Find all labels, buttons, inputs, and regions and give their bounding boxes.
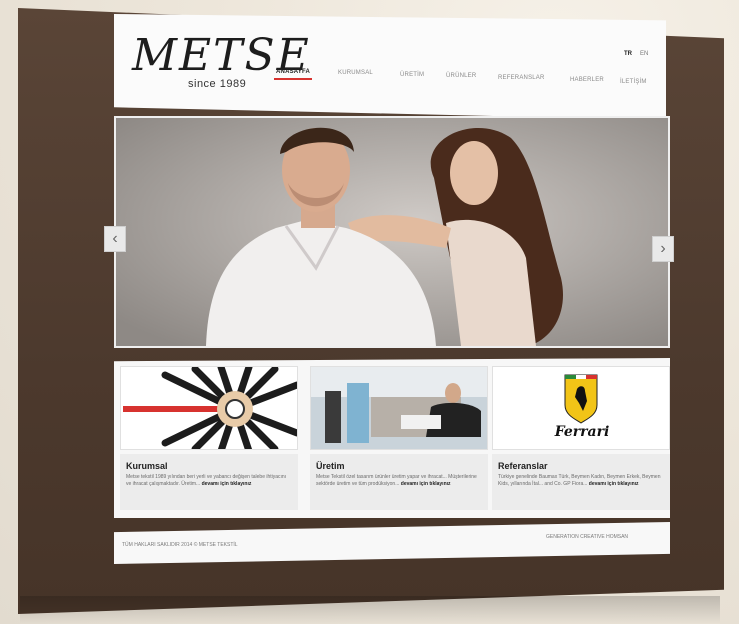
read-more-link[interactable]: devamı için tıklayınız bbox=[401, 481, 451, 487]
nav-item-anasayfa[interactable]: ANASAYFA bbox=[273, 69, 313, 80]
card-uretim[interactable]: Üretim Metse Tekstil özel tasarım ürünle… bbox=[310, 366, 488, 512]
production-photo bbox=[311, 367, 487, 449]
read-more-link[interactable]: devamı için tıklayınız bbox=[202, 481, 252, 487]
slider-prev-button[interactable]: ‹ bbox=[104, 226, 126, 252]
chevron-left-icon: ‹ bbox=[112, 230, 118, 247]
lang-en[interactable]: EN bbox=[640, 51, 648, 57]
slider-next-button[interactable]: › bbox=[652, 236, 674, 262]
board-shadow bbox=[20, 596, 720, 624]
nav-item-kurumsal[interactable]: KURUMSAL bbox=[338, 70, 373, 76]
scene: METSE since 1989 TR EN ANASAYFA KURUMSAL… bbox=[0, 0, 739, 624]
nav-item-iletisim[interactable]: İLETİŞİM bbox=[620, 79, 647, 85]
lang-tr[interactable]: TR bbox=[624, 51, 632, 57]
chevron-right-icon: › bbox=[660, 240, 666, 257]
card-text: Metse tekstil 1989 yılından beri yerli v… bbox=[126, 474, 287, 487]
nav-item-uretim[interactable]: ÜRETİM bbox=[400, 72, 424, 78]
hero-photo bbox=[116, 118, 668, 346]
card-title: Üretim bbox=[316, 461, 345, 471]
card-referanslar[interactable]: Ferrari Referanslar Türkiye genelinde Ba… bbox=[492, 366, 670, 512]
card-kurumsal-image bbox=[120, 366, 298, 450]
card-text: Metse Tekstil özel tasarım ürünler üreti… bbox=[316, 474, 477, 487]
card-kurumsal[interactable]: Kurumsal Metse tekstil 1989 yılından ber… bbox=[120, 366, 298, 512]
card-title: Referanslar bbox=[498, 461, 548, 471]
main-nav: ANASAYFA KURUMSAL ÜRETİM ÜRÜNLER REFERAN… bbox=[273, 68, 656, 92]
card-uretim-image bbox=[310, 366, 488, 450]
hero-slider[interactable] bbox=[114, 116, 670, 348]
footer-copyright: TÜM HAKLARI SAKLIDIR 2014 © METSE TEKSTİ… bbox=[122, 542, 238, 548]
nav-item-referanslar[interactable]: REFERANSLAR bbox=[498, 75, 545, 81]
card-uretim-body: Üretim Metse Tekstil özel tasarım ürünle… bbox=[310, 454, 488, 510]
card-referanslar-image: Ferrari bbox=[492, 366, 670, 450]
thread-spools-graphic bbox=[121, 367, 297, 449]
ferrari-wordmark: Ferrari bbox=[554, 424, 610, 440]
read-more-link[interactable]: devamı için tıklayınız bbox=[589, 481, 639, 487]
card-kurumsal-body: Kurumsal Metse tekstil 1989 yılından ber… bbox=[120, 454, 298, 510]
card-text: Türkiye genelinde Baumax Türk, Beymen Ka… bbox=[498, 474, 661, 487]
nav-item-urunler[interactable]: ÜRÜNLER bbox=[446, 73, 476, 79]
footer-credit-link[interactable]: GENERATION CREATIVE HOMSAN bbox=[546, 534, 628, 540]
card-title: Kurumsal bbox=[126, 461, 168, 471]
logo-since-text: since 1989 bbox=[188, 78, 247, 90]
nav-item-haberler[interactable]: HABERLER bbox=[570, 77, 604, 83]
card-referanslar-body: Referanslar Türkiye genelinde Baumax Tür… bbox=[492, 454, 670, 510]
